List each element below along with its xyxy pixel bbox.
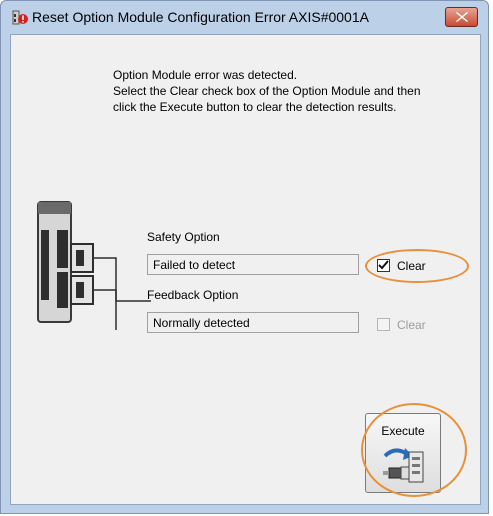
close-icon: [456, 12, 468, 22]
title-bar[interactable]: Reset Option Module Configuration Error …: [1, 1, 488, 33]
checkmark-icon: [378, 260, 389, 270]
safety-option-status: Failed to detect: [147, 254, 359, 275]
execute-button[interactable]: Execute: [365, 413, 441, 493]
feedback-option-status: Normally detected: [147, 312, 359, 333]
message-line-2: Select the Clear check box of the Option…: [113, 84, 421, 98]
message-line-3: click the Execute button to clear the de…: [113, 100, 397, 114]
instruction-message: Option Module error was detected. Select…: [113, 67, 421, 115]
safety-clear-checkbox[interactable]: [377, 259, 390, 272]
safety-option-label: Safety Option: [147, 230, 220, 244]
module-error-icon: [12, 10, 28, 26]
dialog-title: Reset Option Module Configuration Error …: [32, 9, 369, 25]
feedback-option-label: Feedback Option: [147, 288, 239, 302]
execute-transfer-icon: [383, 448, 424, 483]
message-line-1: Option Module error was detected.: [113, 68, 298, 82]
feedback-clear-label[interactable]: Clear: [397, 318, 426, 332]
execute-label: Execute: [381, 424, 425, 438]
dialog-window: Reset Option Module Configuration Error …: [0, 0, 489, 514]
feedback-clear-checkbox[interactable]: [377, 318, 390, 331]
close-button[interactable]: [445, 7, 478, 27]
safety-clear-label[interactable]: Clear: [397, 259, 426, 273]
